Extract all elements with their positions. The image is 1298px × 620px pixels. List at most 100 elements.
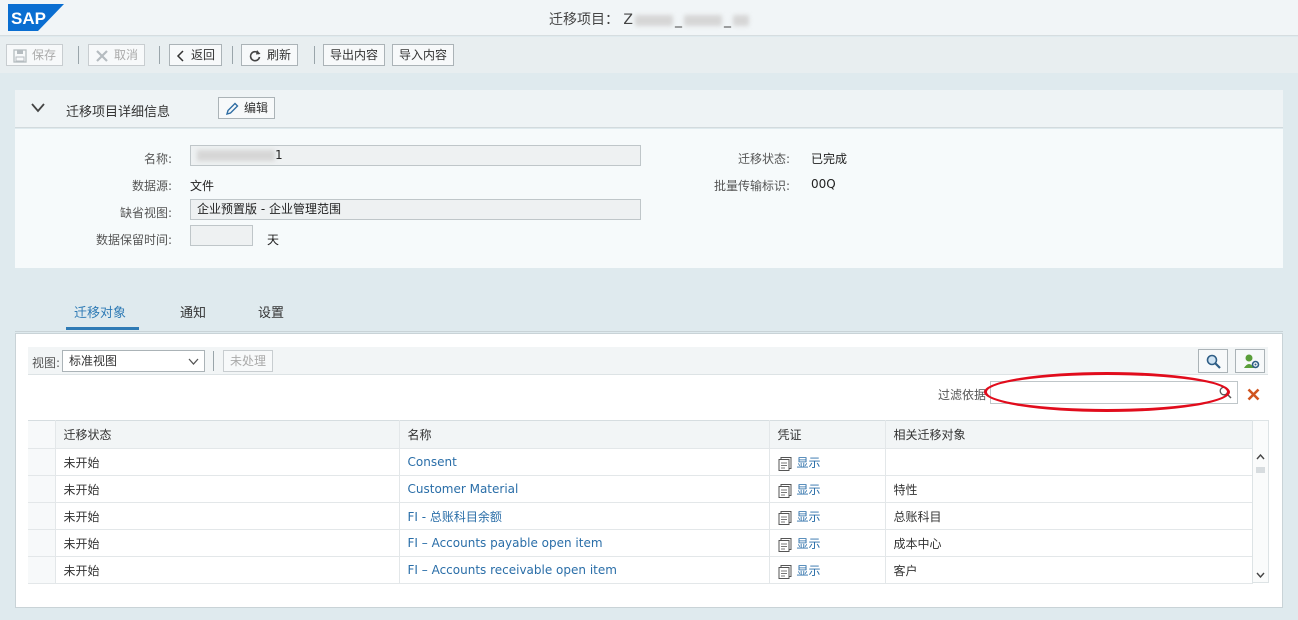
table-row[interactable]: 未开始 Customer Material 显示 特性 [28, 475, 1253, 503]
chevron-up-icon[interactable] [1256, 454, 1265, 460]
tab-settings[interactable]: 设置 [258, 302, 284, 321]
row-selector[interactable] [28, 502, 56, 530]
source-value: 文件 [190, 179, 215, 193]
refresh-icon [249, 49, 261, 61]
shell-header: SAP 迁移项目： Z _ _ [0, 0, 1298, 36]
tab-notifications[interactable]: 通知 [180, 302, 206, 321]
row-selector[interactable] [28, 556, 56, 584]
document-icon [778, 456, 791, 471]
transport-value: 00Q [811, 177, 836, 191]
show-document-link[interactable]: 显示 [797, 537, 821, 551]
toolbar-separator [159, 46, 160, 64]
row-document[interactable]: 显示 [769, 529, 886, 557]
row-related-objects: 客户 [885, 556, 1253, 584]
save-icon [13, 48, 27, 63]
column-header-status[interactable]: 迁移状态 [55, 420, 400, 449]
row-selector[interactable] [28, 448, 56, 476]
document-icon [778, 564, 791, 579]
document-icon [778, 510, 791, 525]
chevron-down-icon[interactable] [31, 103, 45, 113]
list-toolbar-separator [213, 351, 214, 371]
filter-input[interactable] [990, 381, 1238, 404]
details-section-header: 迁移项目详细信息 编辑 [15, 90, 1283, 128]
table-header-row: 迁移状态 名称 凭证 相关迁移对象 [28, 420, 1253, 449]
refresh-button[interactable]: 刷新 [241, 44, 299, 66]
row-status: 未开始 [55, 475, 400, 503]
row-document[interactable]: 显示 [769, 556, 886, 584]
details-section-title: 迁移项目详细信息 [66, 105, 171, 120]
search-icon [1206, 354, 1221, 369]
name-field[interactable]: 1 [190, 145, 641, 166]
show-document-link[interactable]: 显示 [797, 456, 821, 470]
pencil-icon [225, 102, 239, 115]
back-button[interactable]: 返回 [169, 44, 223, 66]
row-related-objects: 成本中心 [885, 529, 1253, 557]
chevron-down-icon[interactable] [1256, 572, 1265, 578]
vertical-scrollbar[interactable] [1252, 420, 1269, 583]
row-related-objects: 总账科目 [885, 502, 1253, 530]
row-status: 未开始 [55, 502, 400, 530]
column-header-document[interactable]: 凭证 [769, 420, 886, 449]
default-view-field[interactable]: 企业预置版 - 企业管理范围 [190, 199, 641, 220]
status-label: 迁移状态: [737, 152, 790, 166]
search-button[interactable] [1198, 349, 1228, 373]
row-selector[interactable] [28, 529, 56, 557]
search-icon [1219, 386, 1232, 399]
migration-objects-table: 迁移状态 名称 凭证 相关迁移对象 未开始 Consent 显示 未开始 Custome… [28, 420, 1253, 584]
status-value: 已完成 [811, 152, 848, 166]
row-status: 未开始 [55, 448, 400, 476]
unprocessed-button[interactable]: 未处理 [223, 350, 274, 372]
row-related-objects: 特性 [885, 475, 1253, 503]
clear-filter-icon[interactable] [1247, 388, 1260, 401]
table-row[interactable]: 未开始 FI - 总账科目余额 显示 总账科目 [28, 502, 1253, 530]
user-settings-icon [1244, 354, 1260, 369]
edit-button[interactable]: 编辑 [218, 97, 276, 119]
row-selector-header[interactable] [28, 420, 56, 449]
show-document-link[interactable]: 显示 [797, 510, 821, 524]
row-selector[interactable] [28, 475, 56, 503]
table-row[interactable]: 未开始 FI – Accounts payable open item 显示 成本中心 [28, 529, 1253, 557]
retention-unit: 天 [267, 233, 280, 247]
show-document-link[interactable]: 显示 [797, 483, 821, 497]
cancel-button[interactable]: 取消 [88, 44, 146, 66]
chevron-left-icon [176, 49, 184, 62]
close-icon [96, 49, 108, 62]
view-select[interactable]: 标准视图 [62, 350, 205, 372]
column-header-related-objects[interactable]: 相关迁移对象 [885, 420, 1253, 449]
transport-label: 批量传输标识: [713, 179, 790, 193]
filter-label: 过滤依据 [938, 388, 987, 402]
row-document[interactable]: 显示 [769, 475, 886, 503]
list-toolbar [28, 347, 1268, 375]
row-name-link[interactable]: Customer Material [399, 475, 770, 503]
settings-button[interactable] [1235, 349, 1265, 373]
toolbar-separator [314, 46, 315, 64]
toolbar: 保存 取消 返回 刷新 导出内容 导入内容 [0, 37, 1298, 73]
row-status: 未开始 [55, 529, 400, 557]
toolbar-separator [78, 46, 79, 64]
document-icon [778, 483, 791, 498]
show-document-link[interactable]: 显示 [797, 564, 821, 578]
retention-field[interactable] [190, 225, 253, 246]
table-row[interactable]: 未开始 FI – Accounts receivable open item 显示 客… [28, 556, 1253, 584]
row-name-link[interactable]: FI - 总账科目余额 [399, 502, 770, 530]
retention-label: 数据保留时间: [95, 233, 172, 247]
row-document[interactable]: 显示 [769, 448, 886, 476]
document-icon [778, 537, 791, 552]
export-content-button[interactable]: 导出内容 [323, 44, 386, 66]
page-title: 迁移项目： Z _ _ [0, 9, 1298, 29]
row-name-link[interactable]: FI – Accounts receivable open item [399, 556, 770, 584]
row-status: 未开始 [55, 556, 400, 584]
row-name-link[interactable]: Consent [399, 448, 770, 476]
import-content-button[interactable]: 导入内容 [392, 44, 455, 66]
name-label: 名称: [143, 152, 172, 166]
chevron-down-icon [188, 358, 199, 365]
source-label: 数据源: [131, 179, 172, 193]
active-tab-indicator [66, 327, 139, 330]
scrollbar-thumb[interactable] [1256, 467, 1265, 473]
save-button[interactable]: 保存 [6, 44, 64, 66]
tab-migration-objects[interactable]: 迁移对象 [74, 302, 126, 321]
table-row[interactable]: 未开始 Consent 显示 [28, 448, 1253, 476]
row-name-link[interactable]: FI – Accounts payable open item [399, 529, 770, 557]
column-header-name[interactable]: 名称 [399, 420, 770, 449]
row-document[interactable]: 显示 [769, 502, 886, 530]
